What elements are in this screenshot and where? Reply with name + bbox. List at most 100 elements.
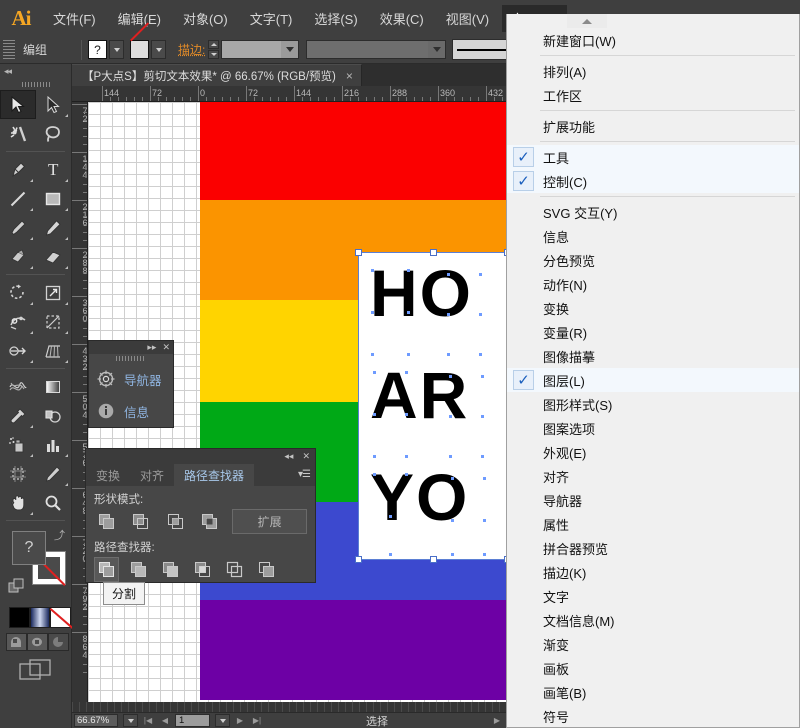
shape-mode-unite-button[interactable]	[94, 509, 119, 534]
stroke-profile-input[interactable]	[306, 40, 446, 59]
change-screen-mode-icon[interactable]	[0, 658, 71, 682]
fill-dropdown-arrow[interactable]	[109, 40, 124, 59]
tool-blob-brush[interactable]	[0, 242, 36, 271]
next-page-button[interactable]: ▶	[233, 714, 247, 727]
shape-mode-exclude-button[interactable]	[198, 509, 223, 534]
collapse-icon[interactable]: ◂◂	[284, 451, 293, 462]
document-tab[interactable]: 【P大点S】剪切文本效果* @ 66.67% (RGB/预览) ×	[72, 64, 362, 86]
stroke-dropdown-arrow[interactable]	[151, 40, 166, 59]
toolbox-grip[interactable]	[0, 78, 71, 90]
toolbox-fill-swatch[interactable]: ?	[12, 531, 46, 565]
window-menu-item-12[interactable]: 图像描摹	[507, 344, 800, 368]
pathfinder-crop-button[interactable]	[190, 557, 215, 582]
fill-swatch[interactable]: ?	[88, 40, 107, 59]
window-menu-item-21[interactable]: 描边(K)	[507, 560, 800, 584]
screen-mode-normal[interactable]	[6, 633, 27, 651]
status-menu-arrow[interactable]: ▶	[490, 714, 504, 727]
panel-title-bar[interactable]: ▸▸ ✕	[89, 341, 173, 354]
window-menu-item-15[interactable]: 图案选项	[507, 416, 800, 440]
pathfinder-outline-button[interactable]	[222, 557, 247, 582]
window-menu-item-17[interactable]: 对齐	[507, 464, 800, 488]
window-menu-item-14[interactable]: 图形样式(S)	[507, 392, 800, 416]
zoom-level-input[interactable]: 66.67%	[74, 714, 118, 727]
panel-title-bar[interactable]: ◂◂ ✕	[86, 449, 315, 464]
tool-eraser[interactable]	[36, 242, 72, 271]
tool-line-segment[interactable]	[0, 184, 36, 213]
panel-menu-icon[interactable]: ▾☰	[298, 469, 310, 480]
screen-mode-full[interactable]	[48, 633, 69, 651]
window-menu-item-13[interactable]: ✓图层(L)	[507, 368, 800, 392]
color-mode-none[interactable]	[50, 607, 71, 628]
stripe-red[interactable]	[200, 102, 506, 200]
tool-lasso[interactable]	[36, 119, 72, 148]
control-bar-grip[interactable]	[3, 40, 15, 60]
stroke-weight-stepper[interactable]	[208, 40, 219, 59]
tool-selection[interactable]	[0, 90, 36, 119]
window-menu-item-1[interactable]: 排列(A)	[507, 59, 800, 83]
tool-symbol-sprayer[interactable]	[0, 430, 36, 459]
tool-rotate[interactable]	[0, 278, 36, 307]
menu-object[interactable]: 对象(O)	[174, 5, 237, 32]
tab-pathfinder[interactable]: 路径查找器	[174, 464, 254, 486]
first-page-button[interactable]: |◀	[141, 714, 155, 727]
stroke-weight-arrow[interactable]	[281, 41, 298, 58]
shape-mode-minus-front-button[interactable]	[129, 509, 154, 534]
window-menu-item-22[interactable]: 文字	[507, 584, 800, 608]
tool-zoom[interactable]	[36, 488, 72, 517]
tool-mesh[interactable]	[0, 372, 36, 401]
tool-gradient[interactable]	[36, 372, 72, 401]
tool-artboard[interactable]	[0, 459, 36, 488]
window-menu-item-25[interactable]: 画板	[507, 656, 800, 680]
page-number-input[interactable]: 1	[175, 714, 210, 727]
expand-icon[interactable]: ▸▸	[147, 343, 156, 352]
menu-view[interactable]: 视图(V)	[437, 5, 498, 32]
horizontal-scrollbar[interactable]	[72, 702, 506, 713]
window-menu-item-5[interactable]: ✓控制(C)	[507, 169, 800, 193]
menu-type[interactable]: 文字(T)	[241, 5, 302, 32]
color-mode-solid[interactable]	[9, 607, 30, 628]
window-menu-item-10[interactable]: 变换	[507, 296, 800, 320]
panel-item-info[interactable]: 信息	[89, 395, 173, 427]
window-menu-item-9[interactable]: 动作(N)	[507, 272, 800, 296]
zoom-dropdown-arrow[interactable]	[123, 714, 138, 727]
window-menu-item-23[interactable]: 文档信息(M)	[507, 608, 800, 632]
tool-eyedropper[interactable]	[0, 401, 36, 430]
tool-type[interactable]: T	[36, 155, 72, 184]
stripe-purple[interactable]	[200, 600, 506, 700]
window-menu-item-11[interactable]: 变量(R)	[507, 320, 800, 344]
panel-item-navigator[interactable]: 导航器	[89, 363, 173, 395]
stroke-swatch[interactable]	[130, 40, 149, 59]
window-menu-item-20[interactable]: 拼合器预览	[507, 536, 800, 560]
menu-effect[interactable]: 效果(C)	[371, 5, 433, 32]
pathfinder-divide-button[interactable]	[94, 557, 119, 582]
tool-slice[interactable]	[36, 459, 72, 488]
swap-fill-stroke-icon[interactable]: ⤴	[54, 527, 65, 543]
scroll-up-arrow-icon[interactable]	[567, 14, 607, 28]
tool-scale[interactable]	[36, 278, 72, 307]
window-menu-item-24[interactable]: 渐变	[507, 632, 800, 656]
window-menu-item-6[interactable]: SVG 交互(Y)	[507, 200, 800, 224]
stroke-profile-arrow[interactable]	[428, 41, 445, 58]
window-menu-item-2[interactable]: 工作区	[507, 83, 800, 107]
tool-direct-selection[interactable]	[36, 90, 72, 119]
window-menu-item-4[interactable]: ✓工具	[507, 145, 800, 169]
close-icon[interactable]: ✕	[302, 451, 310, 462]
tab-transform[interactable]: 变换	[86, 464, 130, 486]
window-menu-item-26[interactable]: 画笔(B)	[507, 680, 800, 704]
window-menu-item-16[interactable]: 外观(E)	[507, 440, 800, 464]
prev-page-button[interactable]: ◀	[158, 714, 172, 727]
tool-hand[interactable]	[0, 488, 36, 517]
pathfinder-trim-button[interactable]	[126, 557, 151, 582]
tool-rectangle[interactable]	[36, 184, 72, 213]
tool-magic-wand[interactable]	[0, 119, 36, 148]
page-dropdown-arrow[interactable]	[215, 714, 230, 727]
panel-grip[interactable]	[89, 354, 173, 363]
pathfinder-minus-back-button[interactable]	[254, 557, 279, 582]
color-mode-gradient[interactable]	[30, 607, 51, 628]
screen-mode-full-menu[interactable]	[27, 633, 48, 651]
tool-pen[interactable]	[0, 155, 36, 184]
window-menu-item-0[interactable]: 新建窗口(W)	[507, 28, 800, 52]
window-menu-item-27[interactable]: 符号	[507, 704, 800, 728]
tool-perspective-grid[interactable]	[36, 336, 72, 365]
tool-pencil[interactable]	[36, 213, 72, 242]
